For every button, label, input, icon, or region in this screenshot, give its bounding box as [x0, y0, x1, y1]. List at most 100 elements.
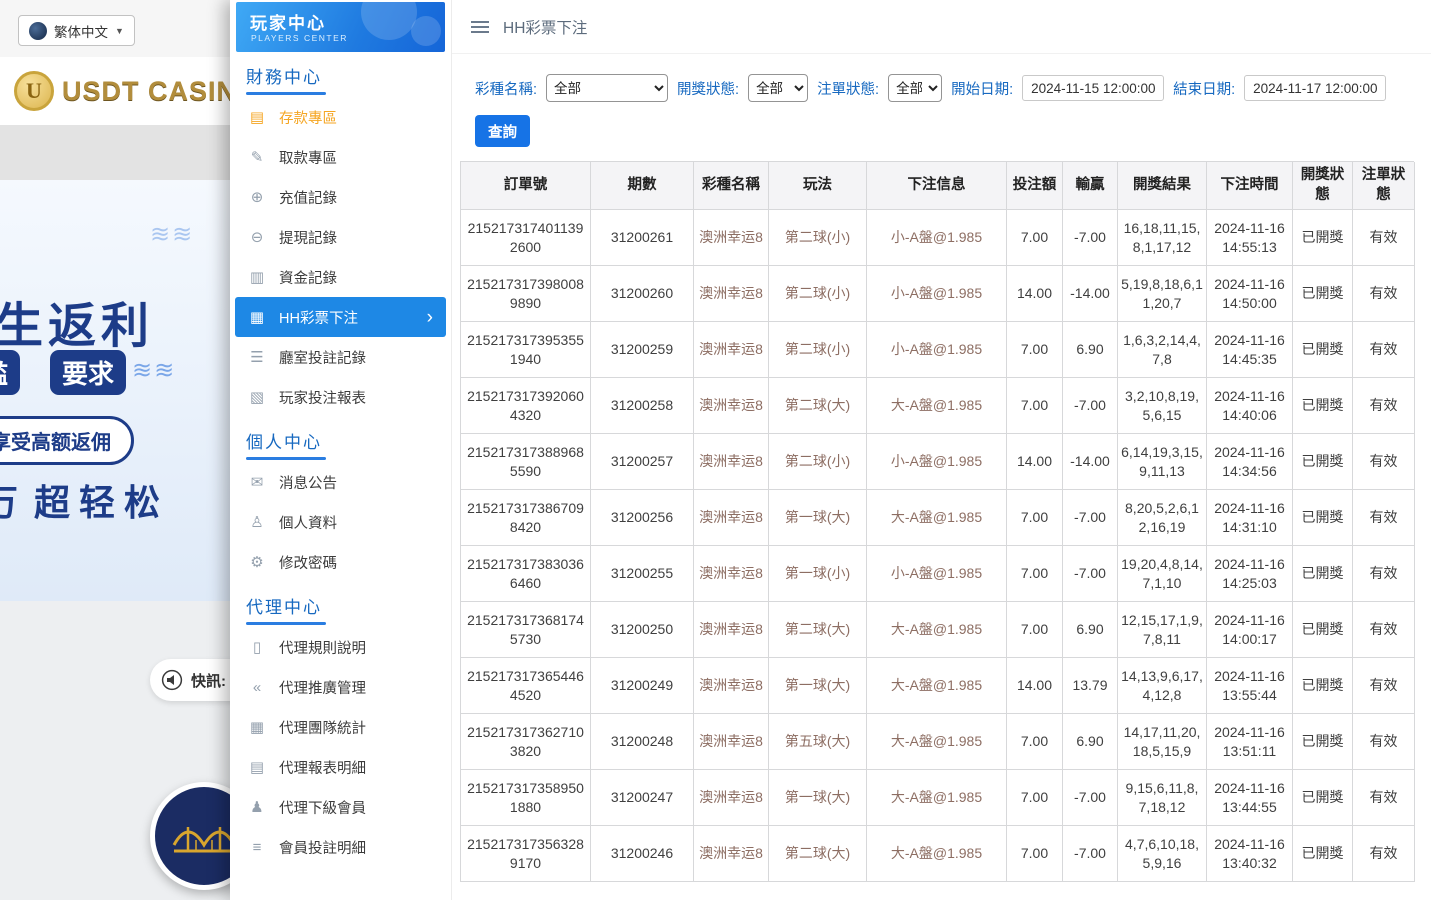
sidebar-item-withdraw[interactable]: ✎取款專區: [235, 137, 446, 177]
cell-time: 2024-11-16 14:34:56: [1207, 434, 1293, 490]
table-row: 215217317362710382031200248澳洲幸运8第五球(大)大-…: [461, 714, 1414, 770]
sidebar-item-agent-team-stats[interactable]: ▦代理團隊統計: [235, 707, 446, 747]
main-content: HH彩票下注 彩種名稱: 全部 開獎狀態: 全部 注單狀態: 全部 開始日期: …: [452, 0, 1431, 900]
query-button[interactable]: 查詢: [475, 115, 530, 147]
sidebar-item-deposit[interactable]: ▤存款專區: [235, 97, 446, 137]
bets-table: 訂單號期數彩種名稱玩法下注信息投注額輸贏開獎結果下注時間開獎狀態注單狀態 215…: [460, 161, 1414, 882]
column-header: 投注額: [1007, 162, 1063, 210]
cell-amount: 14.00: [1007, 434, 1063, 490]
cell-win: 13.79: [1063, 658, 1118, 714]
cell-lottery: 澳洲幸运8: [694, 602, 769, 658]
cell-time: 2024-11-16 13:55:44: [1207, 658, 1293, 714]
column-header: 訂單號: [461, 162, 591, 210]
cell-result: 6,14,19,3,15,9,11,13: [1118, 434, 1207, 490]
cell-time: 2024-11-16 13:44:55: [1207, 770, 1293, 826]
table-row: 215217317356328917031200246澳洲幸运8第二球(大)大-…: [461, 826, 1414, 882]
cell-draw_status: 已開獎: [1293, 714, 1353, 770]
column-header: 開獎狀態: [1293, 162, 1353, 210]
sidebar-item-agent-promotion[interactable]: «代理推廣管理: [235, 667, 446, 707]
cell-result: 3,2,10,8,19,5,6,15: [1118, 378, 1207, 434]
cell-time: 2024-11-16 14:31:10: [1207, 490, 1293, 546]
deposit-icon: ▤: [248, 108, 266, 126]
end-date-label: 結束日期:: [1173, 78, 1235, 99]
cell-play: 第二球(大): [769, 602, 867, 658]
cell-bet: 大-A盤@1.985: [867, 602, 1007, 658]
sidebar-item-agent-rules[interactable]: ▯代理規則說明: [235, 627, 446, 667]
sidebar-header: 玩家中心 PLAYERS CENTER: [236, 2, 445, 52]
cell-time: 2024-11-16 14:25:03: [1207, 546, 1293, 602]
table-body: 215217317401139260031200261澳洲幸运8第二球(小)小-…: [461, 210, 1414, 882]
recharge-record-icon: ⊕: [248, 188, 266, 206]
cell-lottery: 澳洲幸运8: [694, 546, 769, 602]
cell-lottery: 澳洲幸运8: [694, 714, 769, 770]
cell-result: 1,6,3,2,14,4,7,8: [1118, 322, 1207, 378]
sidebar-item-hh-lottery-bet[interactable]: ▦HH彩票下注›: [235, 297, 446, 337]
end-date-input[interactable]: [1244, 75, 1386, 101]
cell-draw_status: 已開獎: [1293, 378, 1353, 434]
profile-icon: ♙: [248, 513, 266, 531]
cell-bet: 大-A盤@1.985: [867, 490, 1007, 546]
cell-result: 14,13,9,6,17,4,12,8: [1118, 658, 1207, 714]
sidebar: 玩家中心 PLAYERS CENTER 財務中心▤存款專區✎取款專區⊕充值記錄⊖…: [230, 0, 452, 900]
column-header: 注單狀態: [1353, 162, 1415, 210]
cell-win: -7.00: [1063, 826, 1118, 882]
cell-period: 31200259: [591, 322, 694, 378]
cell-play: 第二球(大): [769, 378, 867, 434]
agent-team-stats-icon: ▦: [248, 718, 266, 736]
member-bet-detail-icon: ≡: [248, 839, 266, 856]
sidebar-item-member-bet-detail[interactable]: ≡ 會員投註明細: [235, 827, 446, 867]
column-header: 輸贏: [1063, 162, 1118, 210]
sidebar-item-announcements[interactable]: ✉消息公告: [235, 462, 446, 502]
header-circle-decoration: [361, 2, 417, 40]
sidebar-item-agent-report-detail[interactable]: ▤代理報表明細: [235, 747, 446, 787]
sidebar-item-room-bet-record[interactable]: ☰廳室投註記錄: [235, 337, 446, 377]
cell-draw_status: 已開獎: [1293, 210, 1353, 266]
cell-result: 19,20,4,8,14,7,1,10: [1118, 546, 1207, 602]
sidebar-item-label: 代理報表明細: [279, 757, 366, 778]
cell-draw_status: 已開獎: [1293, 266, 1353, 322]
cell-amount: 7.00: [1007, 322, 1063, 378]
content-header: HH彩票下注: [452, 0, 1431, 54]
cell-win: 6.90: [1063, 602, 1118, 658]
language-selector[interactable]: 繁体中文 ▼: [18, 15, 135, 46]
cell-result: 5,19,8,18,6,11,20,7: [1118, 266, 1207, 322]
cell-order: 2152173174011392600: [461, 210, 591, 266]
lottery-name-select[interactable]: 全部: [546, 74, 668, 102]
sidebar-item-change-password[interactable]: ⚙修改密碼: [235, 542, 446, 582]
sidebar-item-label: HH彩票下注: [279, 307, 358, 328]
sidebar-item-player-bet-report[interactable]: ▧玩家投注報表: [235, 377, 446, 417]
cell-win: -7.00: [1063, 490, 1118, 546]
ticket-status-select[interactable]: 全部: [888, 74, 942, 102]
sidebar-nav: 財務中心▤存款專區✎取款專區⊕充值記錄⊖提現記錄▥資金記錄▦HH彩票下注›☰廳室…: [230, 52, 451, 867]
sidebar-item-withdrawal-record[interactable]: ⊖提現記錄: [235, 217, 446, 257]
cell-period: 31200256: [591, 490, 694, 546]
ticker-label: 快訊:: [191, 670, 226, 691]
sidebar-subtitle: PLAYERS CENTER: [251, 33, 348, 43]
cell-play: 第二球(小): [769, 266, 867, 322]
sidebar-item-profile[interactable]: ♙個人資料: [235, 502, 446, 542]
cell-bet: 小-A盤@1.985: [867, 546, 1007, 602]
sidebar-item-funds-record[interactable]: ▥資金記錄: [235, 257, 446, 297]
sidebar-item-label: 玩家投注報表: [279, 387, 366, 408]
column-header: 開獎結果: [1118, 162, 1207, 210]
funds-record-icon: ▥: [248, 268, 266, 286]
cell-order: 2152173173920604320: [461, 378, 591, 434]
sidebar-item-agent-sub-members[interactable]: ♟代理下級會員: [235, 787, 446, 827]
table-row: 215217317383036646031200255澳洲幸运8第一球(小)小-…: [461, 546, 1414, 602]
draw-status-select[interactable]: 全部: [748, 74, 808, 102]
cell-ticket_status: 有效: [1353, 546, 1415, 602]
start-date-input[interactable]: [1022, 75, 1164, 101]
cell-order: 2152173173867098420: [461, 490, 591, 546]
sidebar-item-label: 代理規則說明: [279, 637, 366, 658]
sidebar-item-recharge-record[interactable]: ⊕充值記錄: [235, 177, 446, 217]
cell-lottery: 澳洲幸运8: [694, 210, 769, 266]
bridge-icon: [171, 813, 237, 859]
cell-time: 2024-11-16 14:45:35: [1207, 322, 1293, 378]
table-row: 215217317368174573031200250澳洲幸运8第二球(大)大-…: [461, 602, 1414, 658]
cell-period: 31200246: [591, 826, 694, 882]
sidebar-item-label: 會員投註明細: [279, 837, 366, 858]
hamburger-menu-icon[interactable]: [471, 21, 489, 33]
filter-bar: 彩種名稱: 全部 開獎狀態: 全部 注單狀態: 全部 開始日期: 結束日期:: [475, 74, 1431, 102]
cell-amount: 7.00: [1007, 490, 1063, 546]
cell-amount: 7.00: [1007, 602, 1063, 658]
